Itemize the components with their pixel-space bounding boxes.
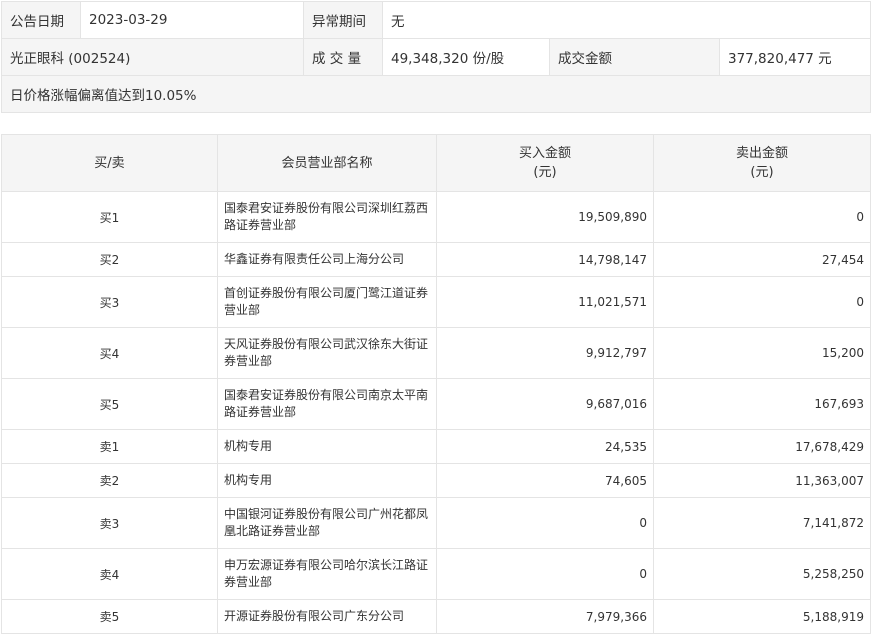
row-buy-amount: 7,979,366 <box>436 599 654 634</box>
table-row: 卖1 机构专用 24,535 17,678,429 <box>1 429 871 464</box>
row-sell-amount: 5,188,919 <box>653 599 871 634</box>
row-buy-amount: 0 <box>436 497 654 549</box>
row-side: 卖4 <box>1 548 218 600</box>
row-side: 卖3 <box>1 497 218 549</box>
table-row: 买3 首创证券股份有限公司厦门鹭江道证券营业部 11,021,571 0 <box>1 276 871 328</box>
trading-seats-body: 买1 国泰君安证券股份有限公司深圳红荔西路证券营业部 19,509,890 0 … <box>1 191 871 634</box>
stock-name: 光正眼科 (002524) <box>1 38 304 76</box>
row-branch-name: 机构专用 <box>217 429 437 464</box>
row-buy-amount: 14,798,147 <box>436 242 654 277</box>
volume-value: 49,348,320 份/股 <box>382 38 550 76</box>
period-label: 异常期间 <box>303 1 383 39</box>
amount-label: 成交金额 <box>549 38 720 76</box>
date-label: 公告日期 <box>1 1 81 39</box>
row-buy-amount: 19,509,890 <box>436 191 654 243</box>
row-side: 卖1 <box>1 429 218 464</box>
period-value: 无 <box>382 1 871 39</box>
table-row: 卖5 开源证券股份有限公司广东分公司 7,979,366 5,188,919 <box>1 599 871 634</box>
row-sell-amount: 11,363,007 <box>653 463 871 498</box>
table-row: 买2 华鑫证券有限责任公司上海分公司 14,798,147 27,454 <box>1 242 871 277</box>
header-buy-amount: 买入金额 (元) <box>436 134 654 192</box>
row-branch-name: 国泰君安证券股份有限公司深圳红荔西路证券营业部 <box>217 191 437 243</box>
row-buy-amount: 11,021,571 <box>436 276 654 328</box>
header-side: 买/卖 <box>1 134 218 192</box>
row-sell-amount: 17,678,429 <box>653 429 871 464</box>
header-sell-amount: 卖出金额 (元) <box>653 134 871 192</box>
volume-label: 成 交 量 <box>303 38 383 76</box>
reason-text: 日价格涨幅偏离值达到10.05% <box>1 75 871 113</box>
row-branch-name: 国泰君安证券股份有限公司南京太平南路证券营业部 <box>217 378 437 430</box>
row-branch-name: 机构专用 <box>217 463 437 498</box>
date-value: 2023-03-29 <box>80 1 304 39</box>
table-row: 买5 国泰君安证券股份有限公司南京太平南路证券营业部 9,687,016 167… <box>1 378 871 430</box>
row-buy-amount: 9,912,797 <box>436 327 654 379</box>
table-row: 卖3 中国银河证券股份有限公司广州花都凤凰北路证券营业部 0 7,141,872 <box>1 497 871 549</box>
row-branch-name: 中国银河证券股份有限公司广州花都凤凰北路证券营业部 <box>217 497 437 549</box>
row-buy-amount: 24,535 <box>436 429 654 464</box>
row-buy-amount: 74,605 <box>436 463 654 498</box>
row-branch-name: 申万宏源证券有限公司哈尔滨长江路证券营业部 <box>217 548 437 600</box>
table-row: 买4 天风证券股份有限公司武汉徐东大街证券营业部 9,912,797 15,20… <box>1 327 871 379</box>
row-side: 买5 <box>1 378 218 430</box>
row-side: 卖2 <box>1 463 218 498</box>
row-branch-name: 首创证券股份有限公司厦门鹭江道证券营业部 <box>217 276 437 328</box>
row-buy-amount: 0 <box>436 548 654 600</box>
row-sell-amount: 0 <box>653 191 871 243</box>
row-branch-name: 天风证券股份有限公司武汉徐东大街证券营业部 <box>217 327 437 379</box>
row-sell-amount: 167,693 <box>653 378 871 430</box>
amount-value: 377,820,477 元 <box>719 38 871 76</box>
row-sell-amount: 27,454 <box>653 242 871 277</box>
row-branch-name: 开源证券股份有限公司广东分公司 <box>217 599 437 634</box>
row-sell-amount: 15,200 <box>653 327 871 379</box>
row-sell-amount: 7,141,872 <box>653 497 871 549</box>
row-side: 买1 <box>1 191 218 243</box>
row-side: 卖5 <box>1 599 218 634</box>
header-name: 会员营业部名称 <box>217 134 437 192</box>
row-side: 买2 <box>1 242 218 277</box>
table-row: 买1 国泰君安证券股份有限公司深圳红荔西路证券营业部 19,509,890 0 <box>1 191 871 243</box>
row-sell-amount: 5,258,250 <box>653 548 871 600</box>
row-sell-amount: 0 <box>653 276 871 328</box>
announcement-info-table: 公告日期 2023-03-29 异常期间 无 光正眼科 (002524) 成 交… <box>1 1 871 113</box>
row-side: 买4 <box>1 327 218 379</box>
table-row: 卖4 申万宏源证券有限公司哈尔滨长江路证券营业部 0 5,258,250 <box>1 548 871 600</box>
row-branch-name: 华鑫证券有限责任公司上海分公司 <box>217 242 437 277</box>
table-row: 卖2 机构专用 74,605 11,363,007 <box>1 463 871 498</box>
trading-seats-table: 买/卖 会员营业部名称 买入金额 (元) 卖出金额 (元) 买1 国泰君安证券股份有… <box>1 134 871 634</box>
row-side: 买3 <box>1 276 218 328</box>
row-buy-amount: 9,687,016 <box>436 378 654 430</box>
